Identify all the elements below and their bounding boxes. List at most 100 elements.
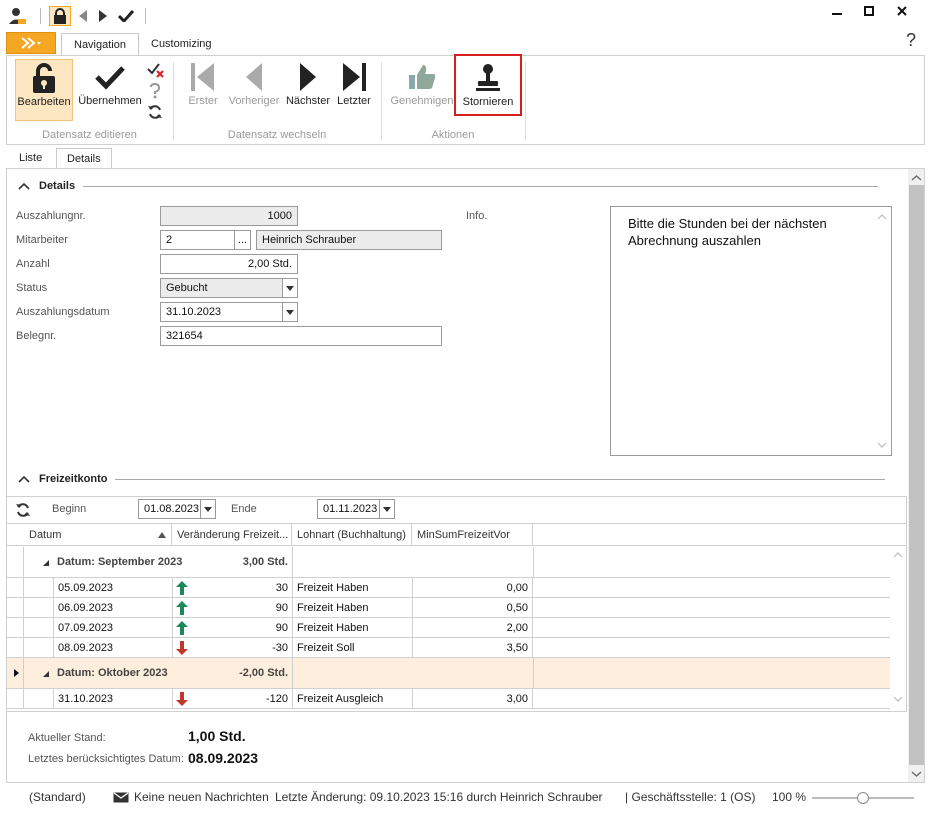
cell-min: 0,00 (412, 578, 533, 597)
chevron-down-icon[interactable] (282, 279, 297, 297)
app-menu-button[interactable] (6, 32, 56, 54)
end-field[interactable]: 01.11.2023 (317, 499, 395, 519)
zoom-slider-knob[interactable] (857, 792, 869, 804)
table-row[interactable]: 06.09.2023 90 Freizeit Haben 0,50 (7, 598, 890, 618)
label-begin: Beginn (52, 503, 87, 515)
zoom-slider[interactable] (812, 792, 914, 804)
help-icon[interactable]: ? (906, 30, 916, 51)
column-header-date[interactable]: Datum (24, 524, 172, 546)
maximize-button[interactable] (858, 2, 880, 20)
collapse-icon[interactable] (15, 474, 35, 484)
tab-liste[interactable]: Liste (9, 148, 52, 168)
begin-value: 01.08.2023 (144, 503, 200, 515)
table-row[interactable]: 08.09.2023 -30 Freizeit Soll 3,50 (7, 638, 890, 658)
begin-field[interactable]: 01.08.2023 (138, 499, 216, 519)
accept-button[interactable]: Übernehmen (77, 59, 143, 121)
refresh-icon[interactable] (147, 104, 165, 122)
cancel-button[interactable]: Stornieren (454, 54, 522, 116)
nr-field[interactable]: 1000 (160, 206, 298, 226)
undo-icon[interactable] (149, 82, 163, 99)
refresh-icon[interactable] (15, 502, 31, 521)
title-bar (0, 0, 933, 32)
group-row[interactable]: Datum: Oktober 2023 -2,00 Std. (7, 658, 890, 689)
layout-status[interactable]: (Standard) (29, 790, 86, 804)
stamp-icon (474, 60, 502, 96)
messages-status[interactable]: Keine neuen Nachrichten (134, 790, 269, 804)
cell-change: -30 (172, 638, 292, 657)
edit-button[interactable]: Bearbeiten (15, 59, 73, 121)
grid-header: Datum Veränderung Freizeit... Lohnart (B… (7, 523, 907, 546)
cell-date: 07.09.2023 (53, 618, 172, 637)
approve-button[interactable]: Genehmigen (391, 59, 454, 121)
check-icon (94, 59, 126, 95)
row-indicator (7, 618, 24, 637)
column-header-type[interactable]: Lohnart (Buchhaltung) (292, 524, 412, 546)
group-row[interactable]: Datum: September 2023 3,00 Std. (7, 547, 890, 578)
details-section-header[interactable]: Details (15, 178, 879, 194)
table-row[interactable]: 07.09.2023 90 Freizeit Haben 2,00 (7, 618, 890, 638)
group-label-navigate: Datensatz wechseln (227, 129, 327, 141)
minimize-button[interactable] (826, 2, 848, 20)
first-button[interactable]: Erster (183, 59, 223, 121)
forward-icon[interactable] (96, 6, 110, 26)
check-cancel-icon[interactable] (147, 62, 165, 80)
expand-icon[interactable] (42, 559, 50, 567)
prev-button[interactable]: Vorheriger (225, 59, 283, 121)
grid-scrollbar[interactable] (891, 547, 906, 707)
tab-details[interactable]: Details (56, 148, 112, 169)
row-indicator (7, 658, 24, 688)
table-row[interactable]: 05.09.2023 30 Freizeit Haben 0,00 (7, 578, 890, 598)
cell-type: Freizeit Ausgleich (292, 689, 412, 708)
cell-type: Freizeit Haben (292, 598, 412, 617)
cell-date: 06.09.2023 (53, 598, 172, 617)
label-status: Status (16, 282, 48, 294)
count-field[interactable]: 2,00 Std. (160, 254, 298, 274)
prev-icon (245, 59, 263, 95)
status-select[interactable]: Gebucht (160, 278, 298, 298)
main-scrollbar[interactable] (908, 169, 924, 782)
info-scrollbar[interactable] (875, 210, 889, 452)
last-date-value: 08.09.2023 (188, 750, 259, 766)
chevron-down-icon[interactable] (282, 303, 297, 321)
chevron-down-icon[interactable] (379, 500, 394, 518)
employee-lookup-button[interactable]: ... (234, 230, 251, 250)
employee-id-field[interactable]: 2 (160, 230, 236, 250)
lock-icon[interactable] (49, 6, 71, 26)
tab-customizing[interactable]: Customizing (139, 33, 224, 55)
label-date: Auszahlungsdatum (16, 306, 110, 318)
cell-date: 08.09.2023 (53, 638, 172, 657)
receipt-field[interactable]: 321654 (160, 326, 442, 346)
last-label: Letzter (337, 95, 371, 107)
row-indent (24, 689, 52, 708)
group-label: Datum: September 2023 (57, 556, 183, 568)
unlock-icon (30, 60, 58, 96)
current-value: 1,00 Std. (188, 728, 246, 744)
next-button[interactable]: Nächster (284, 59, 332, 121)
collapse-icon[interactable] (15, 181, 35, 191)
chevron-down-icon[interactable] (200, 500, 215, 518)
check-icon[interactable] (116, 6, 136, 26)
column-header-change[interactable]: Veränderung Freizeit... (172, 524, 292, 546)
date-field[interactable]: 31.10.2023 (160, 302, 298, 322)
edit-label: Bearbeiten (17, 96, 71, 108)
cell-min: 2,00 (412, 618, 533, 637)
freizeit-section-header[interactable]: Freizeitkonto (15, 471, 886, 487)
prev-label: Vorheriger (228, 95, 280, 107)
sort-asc-icon (158, 532, 166, 538)
tab-navigation[interactable]: Navigation (61, 33, 139, 56)
expand-icon[interactable] (42, 670, 50, 678)
close-button[interactable] (891, 2, 913, 20)
back-icon[interactable] (76, 6, 90, 26)
column-header-min[interactable]: MinSumFreizeitVor (412, 524, 533, 546)
user-icon[interactable] (6, 6, 28, 26)
table-row[interactable]: 31.10.2023 -120 Freizeit Ausgleich 3,00 (7, 689, 890, 709)
next-label: Nächster (285, 95, 331, 107)
last-button[interactable]: Letzter (334, 59, 374, 121)
info-textarea[interactable]: Bitte die Stunden bei der nächsten Abrec… (610, 206, 892, 456)
group-label: Datum: Oktober 2023 (57, 667, 168, 679)
main-scrollbar-thumb[interactable] (909, 185, 924, 765)
first-icon (190, 59, 216, 95)
label-info: Info. (466, 210, 488, 222)
label-nr: Auszahlungnr. (16, 210, 86, 222)
grid-divider (533, 547, 534, 577)
